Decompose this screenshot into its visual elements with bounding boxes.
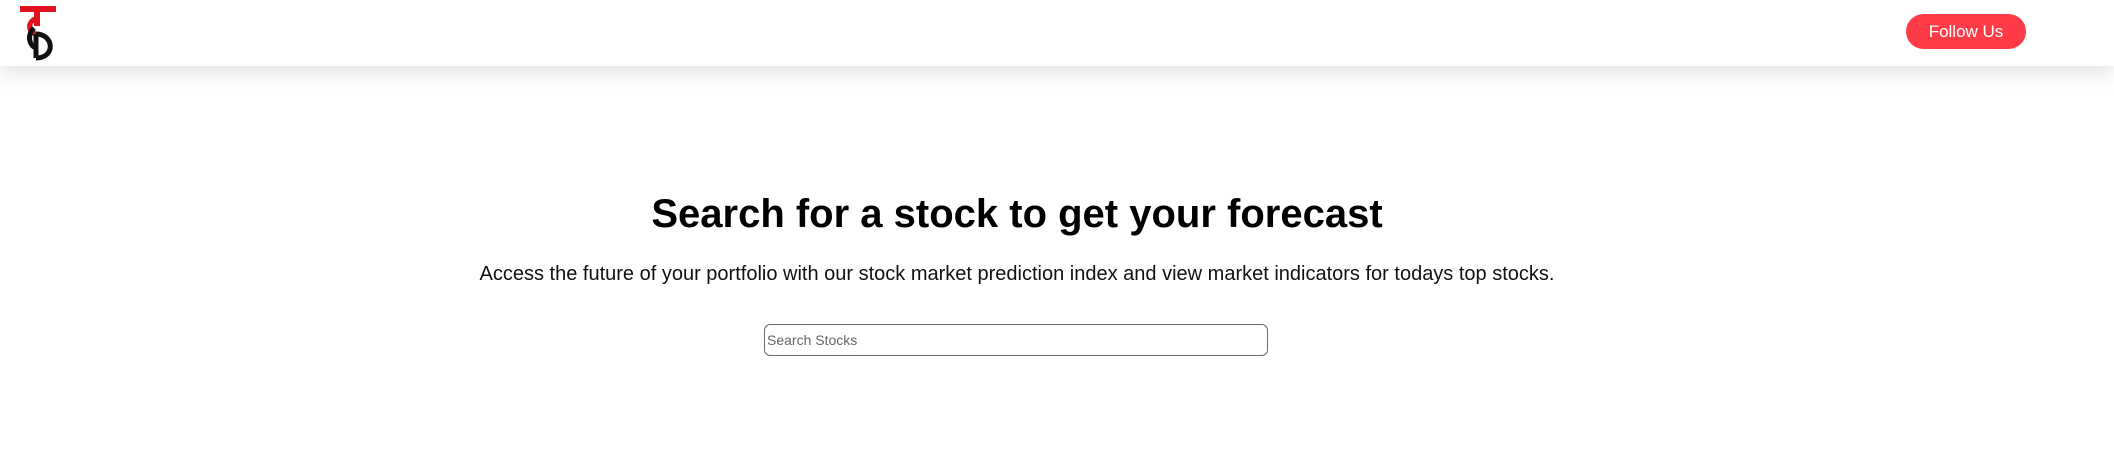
- hero-section: Search for a stock to get your forecast …: [0, 66, 2114, 473]
- top-navbar: Follow Us: [0, 0, 2114, 66]
- logo-icon[interactable]: [20, 6, 62, 62]
- search-stocks-input[interactable]: [764, 324, 1268, 356]
- page-title: Search for a stock to get your forecast: [651, 192, 1383, 236]
- follow-us-button[interactable]: Follow Us: [1906, 14, 2026, 49]
- page-subtitle: Access the future of your portfolio with…: [479, 263, 1555, 285]
